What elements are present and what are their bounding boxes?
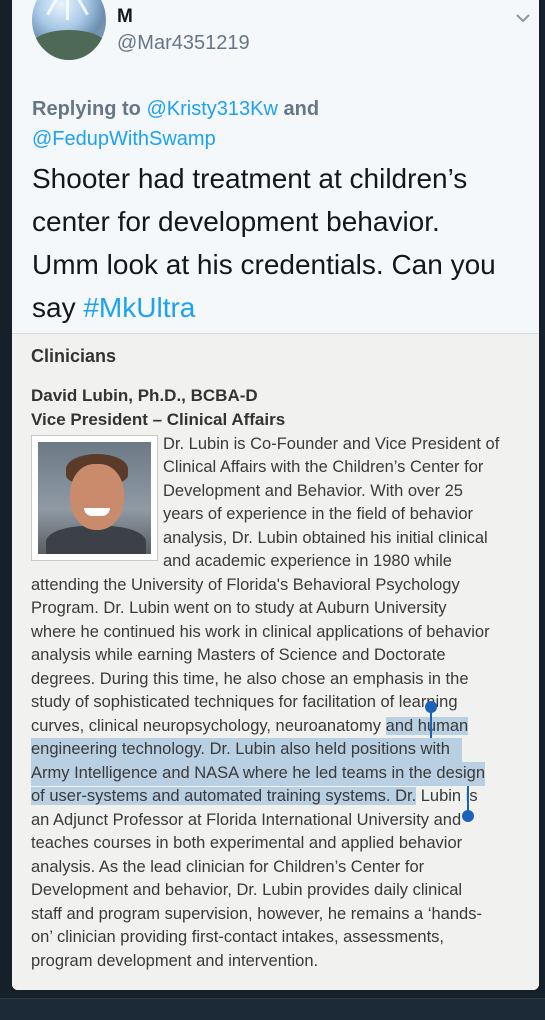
- bio-line: curves, clinical neuropsychology, neuroa…: [31, 715, 469, 739]
- selected-text[interactable]: and human: [385, 717, 469, 735]
- replying-label: Replying to: [32, 98, 141, 120]
- attached-image[interactable]: Clinicians David Lubin, Ph.D., BCBA-D Vi…: [12, 333, 539, 990]
- mention-link[interactable]: @Kristy313Kw: [146, 98, 277, 120]
- bio-line: analysis, Dr. Lubin obtained his initial…: [163, 529, 488, 547]
- bio-line: attending the University of Florida's Be…: [31, 576, 460, 594]
- tweet-text-line: Shooter had treatment at children’s: [32, 163, 468, 194]
- avatar[interactable]: [32, 0, 106, 60]
- selection-end-caret: [467, 786, 469, 812]
- tweet-card[interactable]: M @Mar4351219 Replying to @Kristy313Kw a…: [12, 0, 539, 990]
- tweet-text-line: say #MkUltra: [32, 286, 532, 329]
- bio-line: of user-systems and automated training s…: [31, 785, 478, 809]
- hashtag-link[interactable]: #MkUltra: [83, 292, 195, 323]
- user-name[interactable]: M: [117, 6, 133, 28]
- bio-line: Clinical Affairs with the Children’s Cen…: [163, 458, 484, 476]
- selected-text[interactable]: Army Intelligence and NASA where he led …: [31, 762, 486, 786]
- bio-line: program development and intervention.: [31, 952, 319, 970]
- bio-line: Development and Behavior. With over 25: [163, 482, 463, 500]
- tweet-text: Shooter had treatment at children’s cent…: [32, 157, 532, 329]
- selection-start-caret: [430, 710, 432, 738]
- replying-and: and: [283, 98, 320, 120]
- mention-link[interactable]: @FedupWithSwamp: [32, 128, 216, 150]
- bio-line: years of experience in the field of beha…: [163, 505, 474, 523]
- bio-line: degrees. During this time, he also chose…: [31, 670, 469, 688]
- bio-fragment: curves, clinical neuropsychology, neuroa…: [31, 717, 386, 735]
- bottom-bar: [0, 998, 545, 1020]
- chevron-down-icon[interactable]: [513, 8, 533, 28]
- bio-line: study of sophisticated techniques for fa…: [31, 693, 458, 711]
- bio-line: Development and behavior, Dr. Lubin prov…: [31, 881, 463, 899]
- bio-line: analysis. As the lead clinician for Chil…: [31, 858, 425, 876]
- selection-end-handle[interactable]: [462, 810, 474, 822]
- bio-line: analysis while earning Masters of Scienc…: [31, 646, 446, 664]
- bio-line: staff and program supervision, however, …: [31, 905, 482, 923]
- bio-line: Dr. Lubin is Co-Founder and Vice Preside…: [163, 435, 500, 453]
- replying-to: Replying to @Kristy313Kw and @FedupWithS…: [32, 94, 532, 154]
- bio-line: and academic experience in 1980 while: [163, 552, 452, 570]
- bio-line: Program. Dr. Lubin went on to study at A…: [31, 599, 447, 617]
- selected-text[interactable]: of user-systems and automated training s…: [31, 787, 417, 805]
- clinician-name: David Lubin, Ph.D., BCBA-D: [31, 386, 258, 405]
- tweet-text-line: Umm look at his credentials. Can you: [32, 249, 496, 280]
- section-heading: Clinicians: [31, 346, 117, 366]
- tweet-text-fragment: say: [32, 292, 84, 323]
- bio-line: where he continued his work in clinical …: [31, 623, 490, 641]
- user-handle[interactable]: @Mar4351219: [117, 32, 250, 55]
- bio-line: teaches courses in both experimental and…: [31, 834, 463, 852]
- bio-line: an Adjunct Professor at Florida Internat…: [31, 811, 462, 829]
- tweet-text-line: center for development behavior.: [32, 206, 440, 237]
- clinician-photo: [31, 435, 158, 561]
- bio-line: on’ clinician providing first-contact in…: [31, 928, 444, 946]
- selected-text[interactable]: engineering technology. Dr. Lubin also h…: [31, 738, 462, 762]
- clinician-role: Vice President – Clinical Affairs: [31, 410, 286, 429]
